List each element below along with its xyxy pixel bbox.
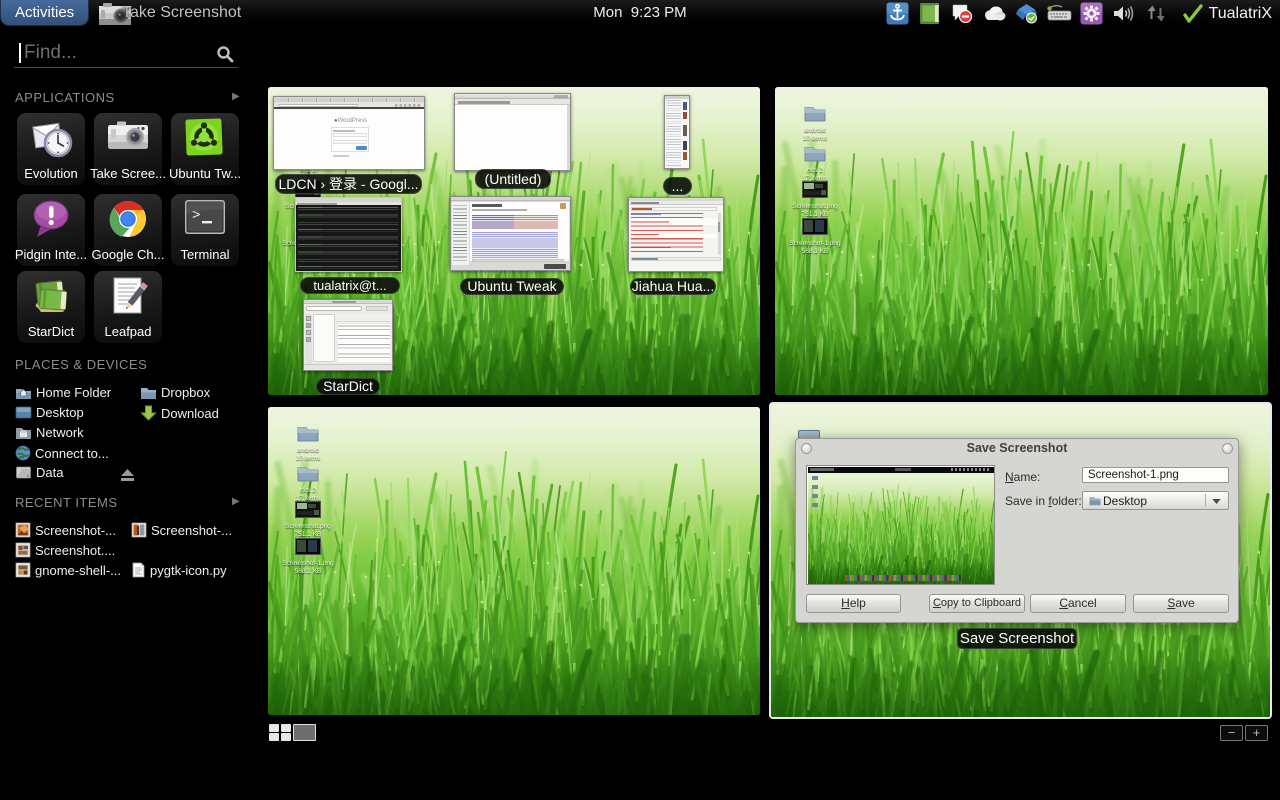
svg-text:>: > <box>192 208 200 224</box>
